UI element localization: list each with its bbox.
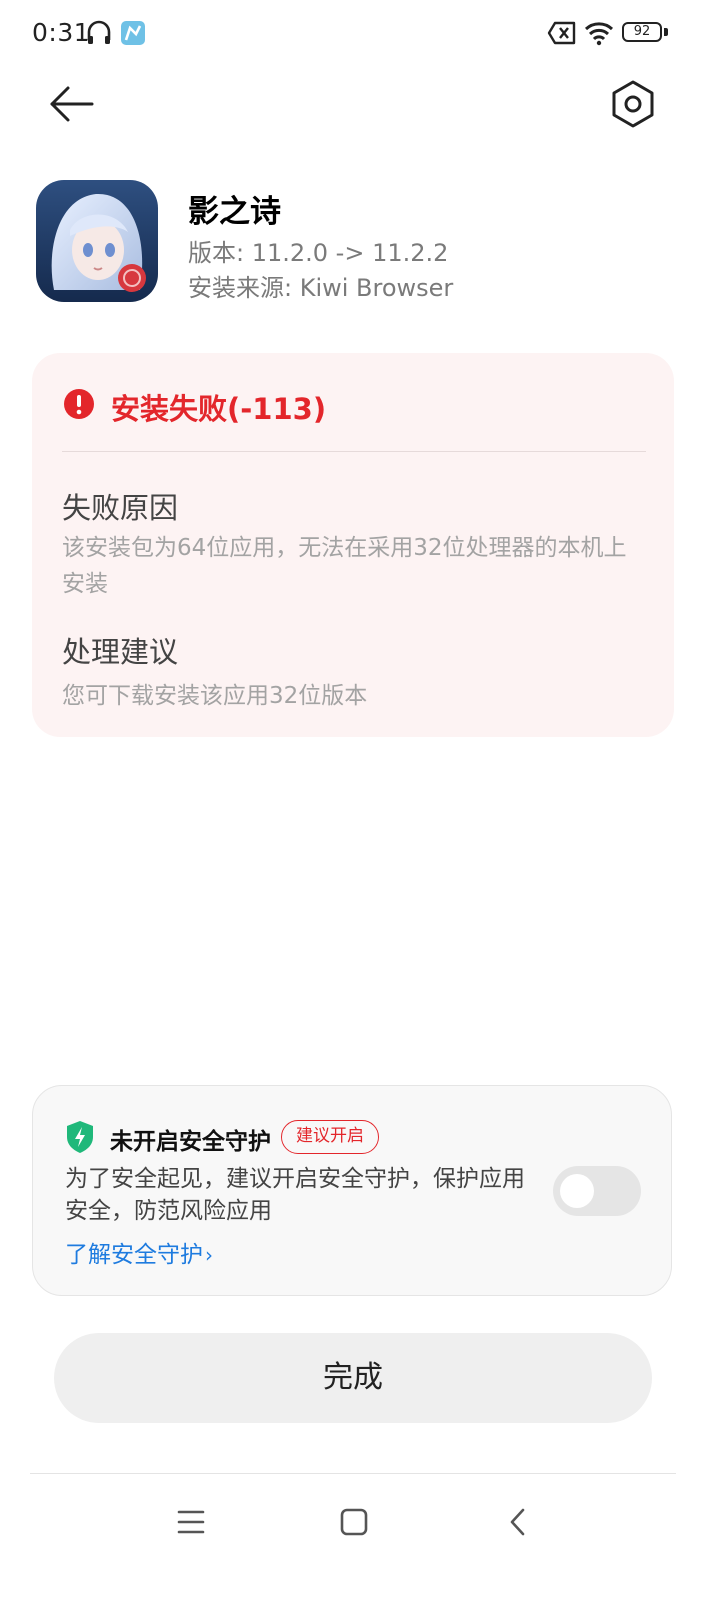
app-source: 安装来源: Kiwi Browser [188,274,454,302]
battery-tip [664,28,668,36]
chevron-right-icon: › [205,1243,213,1267]
menu-icon[interactable] [167,1500,215,1544]
headphones-icon [87,20,111,44]
app-name: 影之诗 [188,194,281,230]
done-button[interactable]: 完成 [54,1333,652,1423]
failure-reason-label: 失败原因 [62,491,179,525]
app-notification-icon [121,21,145,45]
failure-reason-text: 该安装包为64位应用，无法在采用32位处理器的本机上安装 [62,535,627,597]
battery-icon: 92 [622,22,662,42]
security-description: 为了安全起见，建议开启安全守护，保护应用安全，防范风险应用 [65,1166,525,1224]
toggle-knob [560,1174,594,1208]
advice-label: 处理建议 [62,635,179,669]
security-toggle[interactable] [553,1166,641,1216]
status-time: 0:31 [32,18,91,47]
nav-divider [30,1473,676,1474]
learn-security-link[interactable]: 了解安全守护 › [65,1235,213,1269]
no-sim-icon [547,21,576,45]
wifi-icon [584,22,614,46]
security-title: 未开启安全守护 [110,1129,271,1155]
divider [62,451,646,452]
settings-hexagon-icon[interactable] [605,76,661,132]
app-version: 版本: 11.2.0 -> 11.2.2 [188,239,449,267]
learn-security-link-label: 了解安全守护 [65,1242,203,1268]
error-alert-icon [64,389,94,419]
shield-icon [67,1121,93,1153]
home-icon[interactable] [330,1500,378,1544]
back-icon[interactable] [493,1500,541,1544]
error-title: 安装失败(-113) [111,392,327,426]
back-arrow-icon[interactable] [40,80,104,128]
recommend-badge: 建议开启 [281,1120,379,1154]
advice-text: 您可下载安装该应用32位版本 [62,683,368,709]
app-icon [36,180,158,302]
